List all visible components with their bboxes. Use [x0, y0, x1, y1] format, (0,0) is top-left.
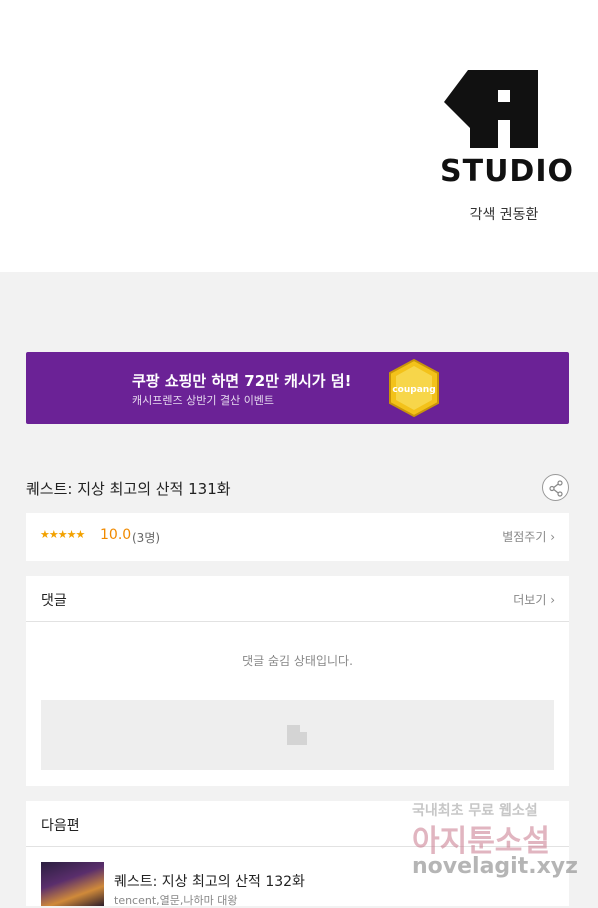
rating-score: 10.0 [100, 527, 132, 543]
rating-stars: ★★★★★ [40, 528, 85, 541]
next-episode-thumbnail[interactable] [41, 862, 104, 906]
next-episode-section-title: 다음편 [41, 818, 80, 834]
coupang-badge-icon: coupang [389, 358, 439, 418]
watermark-line-3: novelagit.xyz [412, 854, 578, 879]
header-area: STUDIO 각색 권동환 [0, 0, 598, 272]
share-button[interactable] [542, 474, 569, 501]
episode-title: 퀘스트: 지상 최고의 산적 131화 [26, 480, 231, 498]
site-watermark: 국내최초 무료 웹소설 아지툰소설 novelagit.xyz [412, 800, 582, 890]
comments-more-button[interactable]: 더보기 › [513, 591, 555, 608]
comments-title: 댓글 [41, 593, 67, 609]
share-icon [549, 480, 563, 497]
coupang-badge-text: coupang [392, 385, 435, 395]
studio-logo: STUDIO 각색 권동환 [440, 68, 574, 223]
studio-logo-mark [444, 70, 538, 148]
banner-title: 쿠팡 쇼핑만 하면 72만 캐시가 덤! [132, 372, 352, 390]
comments-header: 댓글 더보기 › [26, 576, 569, 622]
rating-count: (3명) [132, 531, 161, 545]
banner-subtitle: 캐시프렌즈 상반기 결산 이벤트 [132, 394, 275, 407]
logo-text: STUDIO [440, 154, 574, 189]
comments-card: 댓글 더보기 › 댓글 숨김 상태입니다. [26, 576, 569, 786]
rate-button[interactable]: 별점주기 › [502, 528, 555, 545]
next-episode-title[interactable]: 퀘스트: 지상 최고의 산적 132화 [114, 871, 305, 891]
rating-card: ★★★★★ 10.0 (3명) 별점주기 › [26, 513, 569, 561]
document-icon [287, 725, 307, 745]
comment-input-placeholder[interactable] [41, 700, 554, 770]
comments-hidden-message: 댓글 숨김 상태입니다. [242, 654, 353, 668]
coupang-ad-banner[interactable]: 쿠팡 쇼핑만 하면 72만 캐시가 덤! 캐시프렌즈 상반기 결산 이벤트 co… [26, 352, 569, 424]
adaptation-credit: 각색 권동환 [469, 207, 539, 223]
